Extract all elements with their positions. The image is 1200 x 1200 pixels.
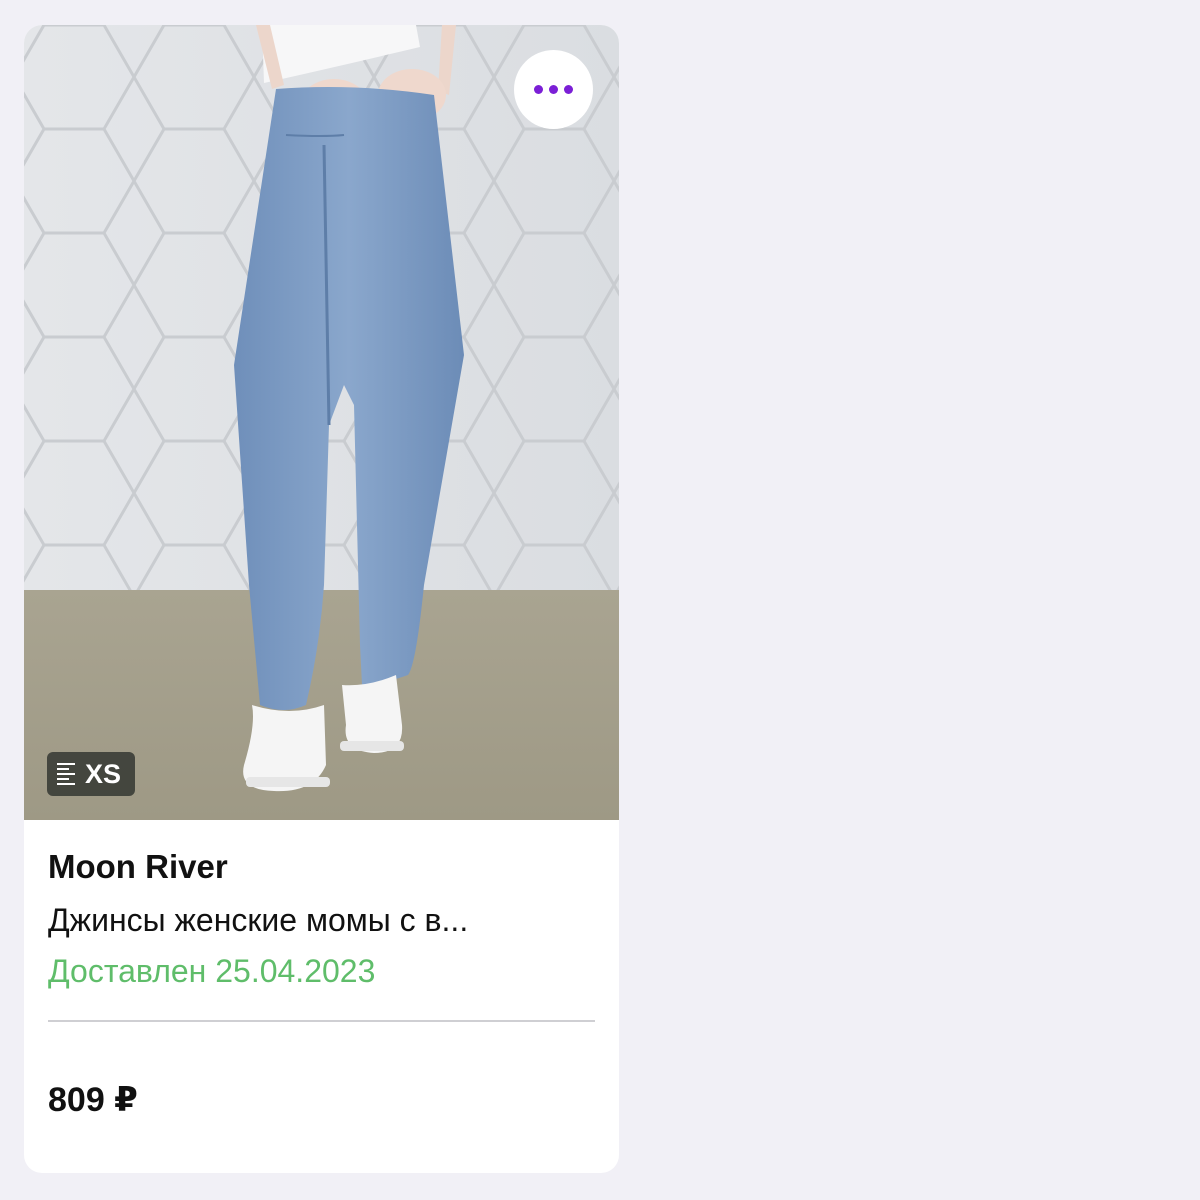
delivery-status: Доставлен 25.04.2023: [48, 953, 376, 989]
product-price: 809 ₽: [48, 1081, 138, 1119]
more-horizontal-icon: [534, 85, 543, 94]
more-horizontal-icon-dot: [564, 85, 573, 94]
more-options-button[interactable]: [514, 50, 593, 129]
ruler-icon: [57, 763, 75, 785]
size-badge: XS: [47, 752, 136, 796]
brand-name: Moon River: [48, 848, 228, 885]
product-title[interactable]: Джинсы женские момы с в...: [48, 902, 595, 939]
divider: [48, 1020, 595, 1022]
product-image[interactable]: XS: [24, 25, 619, 820]
size-label: XS: [85, 758, 122, 789]
product-card[interactable]: XS Moon River Джинсы женские момы с в...…: [24, 25, 619, 1173]
more-horizontal-icon-dot: [549, 85, 558, 94]
